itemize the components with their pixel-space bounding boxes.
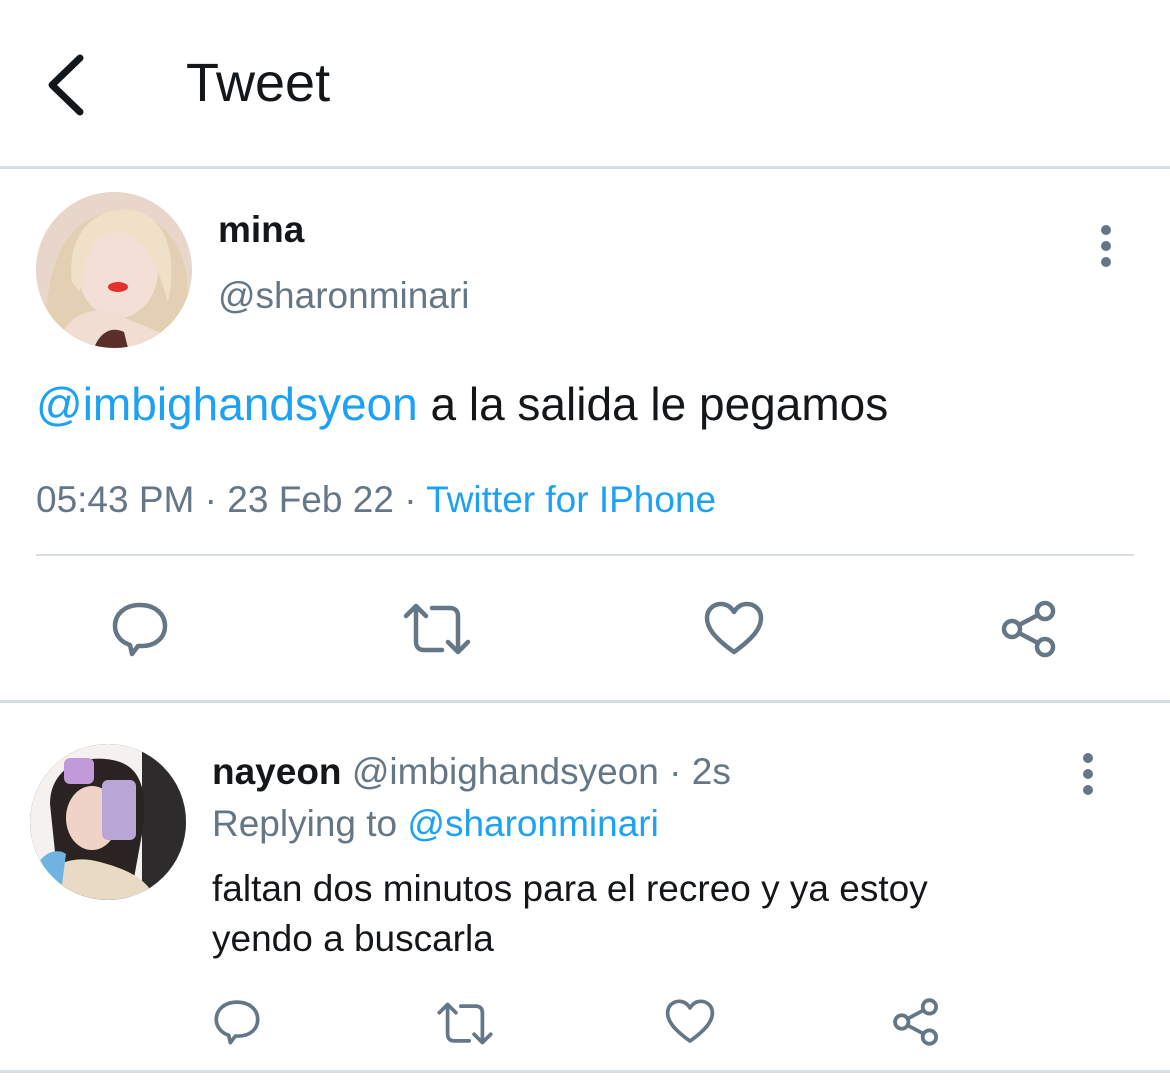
reply-like-button[interactable] [664, 998, 716, 1046]
comment-icon [112, 602, 168, 657]
reply-age: · 2s [669, 751, 731, 792]
top-bar: Tweet [0, 0, 1170, 166]
reply-header: nayeon @imbighandsyeon · 2s [212, 748, 731, 796]
share-icon [893, 998, 939, 1046]
tweet-time: 05:43 PM [36, 479, 195, 520]
author-name[interactable]: mina [218, 206, 304, 254]
heart-icon [665, 999, 715, 1043]
meta-separator: · [404, 479, 417, 520]
replying-to: Replying to @sharonminari [212, 800, 659, 848]
retweet-icon [437, 1002, 493, 1045]
reply-button[interactable] [110, 600, 170, 658]
heart-icon [704, 601, 764, 655]
like-button[interactable] [703, 600, 765, 658]
page-title: Tweet [186, 53, 331, 113]
back-button[interactable] [36, 50, 100, 120]
more-vertical-icon [1101, 225, 1111, 235]
reply-author-name[interactable]: nayeon [212, 751, 342, 792]
author-avatar[interactable] [36, 192, 192, 348]
tweet-date: 23 Feb 22 [227, 479, 394, 520]
reply-retweet-button[interactable] [436, 1001, 494, 1046]
share-button[interactable] [998, 598, 1060, 660]
comment-icon [214, 1000, 260, 1045]
reply-share-button[interactable] [890, 996, 942, 1048]
meta-separator: · [204, 479, 217, 520]
tweet-meta: 05:43 PM · 23 Feb 22 · Twitter for IPhon… [36, 476, 716, 524]
reply-more-options-button[interactable] [1076, 750, 1100, 806]
more-vertical-icon [1083, 753, 1093, 763]
retweet-button[interactable] [402, 602, 472, 656]
retweet-icon [403, 603, 471, 655]
replying-to-handle[interactable]: @sharonminari [407, 803, 658, 844]
author-handle[interactable]: @sharonminari [218, 272, 469, 320]
mention-link[interactable]: @imbighandsyeon [36, 378, 418, 430]
tweet-text: @imbighandsyeon a la salida le pegamos [36, 374, 888, 434]
tweet-body: a la salida le pegamos [417, 378, 889, 430]
header-divider [0, 166, 1170, 169]
meta-divider [36, 554, 1134, 556]
reply-reply-button[interactable] [212, 998, 262, 1046]
reply-text-line: faltan dos minutos para el recreo y ya e… [212, 868, 928, 909]
tweet-source-link[interactable]: Twitter for IPhone [426, 479, 716, 520]
replying-to-label: Replying to [212, 803, 398, 844]
reply-text: faltan dos minutos para el recreo y ya e… [212, 864, 928, 964]
reply-author-handle[interactable]: @imbighandsyeon [352, 751, 659, 792]
reply-author-avatar[interactable] [30, 744, 186, 900]
reply-text-line: yendo a buscarla [212, 918, 494, 959]
more-options-button[interactable] [1094, 222, 1118, 278]
tweet-divider [0, 700, 1170, 703]
chevron-left-icon [48, 54, 84, 116]
share-icon [1001, 600, 1056, 658]
bottom-divider [0, 1070, 1170, 1073]
